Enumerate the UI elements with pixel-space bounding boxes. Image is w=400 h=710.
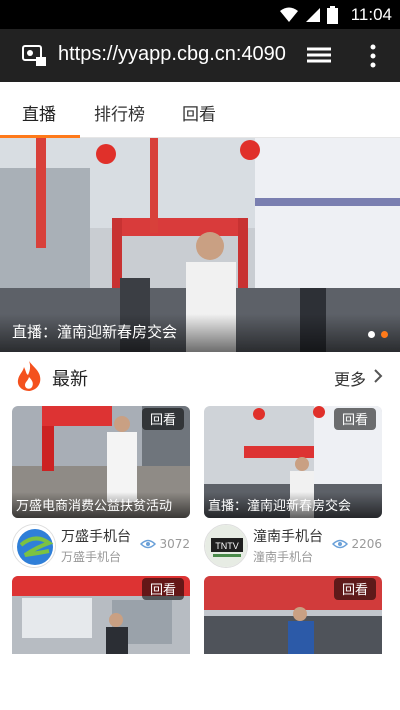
video-thumbnail[interactable]: 回看 万盛电商消费公益扶贫活动 [12,406,190,518]
channel-avatar[interactable] [12,524,56,568]
replay-badge: 回看 [141,578,184,600]
more-link[interactable]: 更多 [334,366,366,390]
view-count: 3072 [140,537,190,551]
hero-banner[interactable]: 直播：潼南迎新春房交会 [0,138,400,352]
replay-badge: 回看 [333,578,376,600]
battery-icon [327,6,338,24]
wifi-icon [280,7,298,22]
card-meta: TNTV 潼南手机台 潼南手机台 2206 [204,518,382,574]
tntv-logo-icon: TNTV [205,525,247,567]
clock: 11:04 [350,5,392,24]
status-bar: 11:04 [0,0,400,29]
channel-name: 万盛手机台 [61,529,131,545]
carousel-dot-active [381,331,388,338]
thumbnail-caption-overlay: 万盛电商消费公益扶贫活动 [12,492,190,518]
browser-toolbar: https://yyapp.cbg.cn:4090 [0,29,400,82]
eye-icon [332,539,349,549]
hero-caption: 直播：潼南迎新春房交会 [12,323,178,341]
url-field[interactable]: https://yyapp.cbg.cn:4090 [58,43,286,66]
video-card[interactable]: 回看 直播：潼南迎新春房交会 TNTV 潼南手机台 潼南手机台 2206 [204,406,382,574]
video-thumbnail[interactable]: 回看 直播：潼南迎新春房交会 [204,406,382,518]
thumbnail-caption-overlay: 直播：潼南迎新春房交会 [204,492,382,518]
video-card[interactable]: 回看 万盛电商消费公益扶贫活动 万盛手机台 万盛手机台 3072 [12,406,190,574]
replay-badge: 回看 [333,408,376,430]
fire-icon [17,361,41,391]
signal-icon [306,8,320,22]
view-count-value: 2206 [351,537,382,551]
eye-icon [140,539,157,549]
replay-badge: 回看 [141,408,184,430]
insecure-lock-icon[interactable] [22,45,48,67]
svg-text:TNTV: TNTV [215,541,239,551]
video-thumbnail[interactable]: 回看 [12,576,190,654]
channel-subtitle: 潼南手机台 [253,550,314,564]
overflow-menu-icon[interactable] [368,43,378,69]
hero-caption-overlay: 直播：潼南迎新春房交会 [0,314,400,352]
card-caption: 万盛电商消费公益扶贫活动 [16,499,173,514]
video-thumbnail[interactable]: 回看 [204,576,382,654]
tabs-icon[interactable] [305,45,333,67]
tab-live[interactable]: 直播 [22,100,56,125]
channel-avatar[interactable]: TNTV [204,524,248,568]
tab-ranking[interactable]: 排行榜 [94,100,145,125]
latest-section-header: 最新 更多 [0,352,400,402]
channel-name: 潼南手机台 [253,529,323,545]
card-meta: 万盛手机台 万盛手机台 3072 [12,518,190,574]
view-count-value: 3072 [159,537,190,551]
status-icons [279,6,338,24]
tab-bar: 直播 排行榜 回看 [0,82,400,138]
carousel-dots [368,331,388,338]
section-title: 最新 [52,369,88,390]
video-card[interactable]: 回看 [12,576,190,654]
channel-subtitle: 万盛手机台 [61,550,122,564]
video-card[interactable]: 回看 [204,576,382,654]
wansheng-logo-icon [13,525,55,567]
chevron-right-icon[interactable] [372,367,384,385]
carousel-dot [368,331,375,338]
tab-replay[interactable]: 回看 [182,100,216,125]
card-caption: 直播：潼南迎新春房交会 [208,499,352,514]
view-count: 2206 [332,537,382,551]
